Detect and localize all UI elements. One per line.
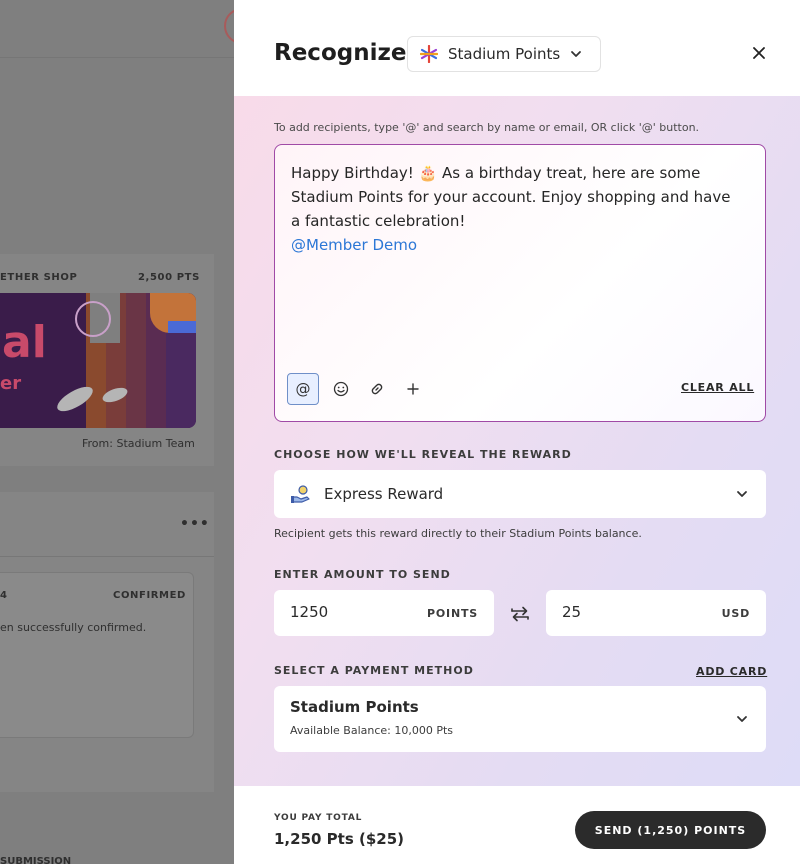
background-card-from: From: Stadium Team xyxy=(82,437,195,450)
clear-all-button[interactable]: CLEAR ALL xyxy=(681,381,754,394)
background-activity-status: CONFIRMED xyxy=(113,590,186,601)
usd-amount-input[interactable]: 25 USD xyxy=(546,590,766,636)
payment-section-label: SELECT A PAYMENT METHOD xyxy=(274,664,474,677)
usd-amount-value: 25 xyxy=(562,603,582,621)
hand-coin-icon xyxy=(291,485,310,503)
currency-select-label: Stadium Points xyxy=(448,45,561,63)
drawer-body: To add recipients, type '@' and search b… xyxy=(234,96,800,786)
amount-section-label: ENTER AMOUNT TO SEND xyxy=(274,568,451,581)
link-icon xyxy=(371,383,383,395)
background-activity-number: 4 xyxy=(0,590,7,601)
reveal-select-value: Express Reward xyxy=(324,485,444,503)
at-sign-icon: @ xyxy=(295,380,311,398)
link-button[interactable] xyxy=(361,373,393,405)
payment-method-select[interactable]: Stadium Points Available Balance: 10,000… xyxy=(274,686,766,752)
pay-total-value: 1,250 Pts ($25) xyxy=(274,830,405,848)
recognize-drawer: Recognize Stadium Points To add recipien… xyxy=(234,0,800,864)
mention-button[interactable]: @ xyxy=(287,373,319,405)
background-card-label: ETHER SHOP xyxy=(0,272,78,283)
background-topbar xyxy=(0,0,234,58)
drawer-header: Recognize Stadium Points xyxy=(234,0,800,96)
reveal-section-label: CHOOSE HOW WE'LL REVEAL THE REWARD xyxy=(274,448,572,461)
plus-icon xyxy=(407,383,419,395)
payment-method-name: Stadium Points xyxy=(290,698,419,716)
usd-unit-label: USD xyxy=(721,607,750,620)
chevron-down-icon xyxy=(571,51,581,57)
background-card-image-subtext: er xyxy=(0,373,22,394)
add-card-link[interactable]: ADD CARD xyxy=(696,665,767,678)
background-card-image-text: al xyxy=(2,317,47,368)
message-editor[interactable]: Happy Birthday! 🎂 As a birthday treat, h… xyxy=(274,144,766,422)
points-amount-input[interactable]: 1250 POINTS xyxy=(274,590,494,636)
close-icon[interactable] xyxy=(750,44,768,62)
emoji-button[interactable] xyxy=(325,373,357,405)
reveal-note: Recipient gets this reward directly to t… xyxy=(274,527,642,540)
send-points-button[interactable]: SEND (1,250) POINTS xyxy=(575,811,766,849)
points-amount-value: 1250 xyxy=(290,603,329,621)
message-text[interactable]: Happy Birthday! 🎂 As a birthday treat, h… xyxy=(291,161,741,233)
pay-total-label: YOU PAY TOTAL xyxy=(274,813,363,823)
reveal-select[interactable]: Express Reward xyxy=(274,470,766,518)
drawer-footer: YOU PAY TOTAL 1,250 Pts ($25) SEND (1,25… xyxy=(234,786,800,864)
background-card-image: al er xyxy=(0,293,196,428)
points-unit-label: POINTS xyxy=(427,607,478,620)
background-divider xyxy=(0,556,214,557)
background-activity-message: en successfully confirmed. xyxy=(0,621,147,634)
sparkle-star-icon xyxy=(420,45,438,63)
recipient-mention[interactable]: @Member Demo xyxy=(291,233,417,257)
drawer-title: Recognize xyxy=(274,40,407,66)
background-bottom-text: SUBMISSION xyxy=(0,856,72,864)
add-attachment-button[interactable] xyxy=(397,373,429,405)
background-card-points: 2,500 PTS xyxy=(138,272,200,283)
background-more-menu-icon: ••• xyxy=(180,516,210,532)
smile-icon xyxy=(333,381,349,397)
chevron-down-icon xyxy=(737,716,747,722)
chevron-down-icon xyxy=(737,491,747,497)
payment-method-balance: Available Balance: 10,000 Pts xyxy=(290,724,454,737)
recipient-hint: To add recipients, type '@' and search b… xyxy=(274,121,700,134)
background-page: ETHER SHOP 2,500 PTS al er From: Stadium… xyxy=(0,0,234,864)
currency-select[interactable]: Stadium Points xyxy=(407,36,601,72)
swap-arrows-icon[interactable] xyxy=(509,603,531,625)
